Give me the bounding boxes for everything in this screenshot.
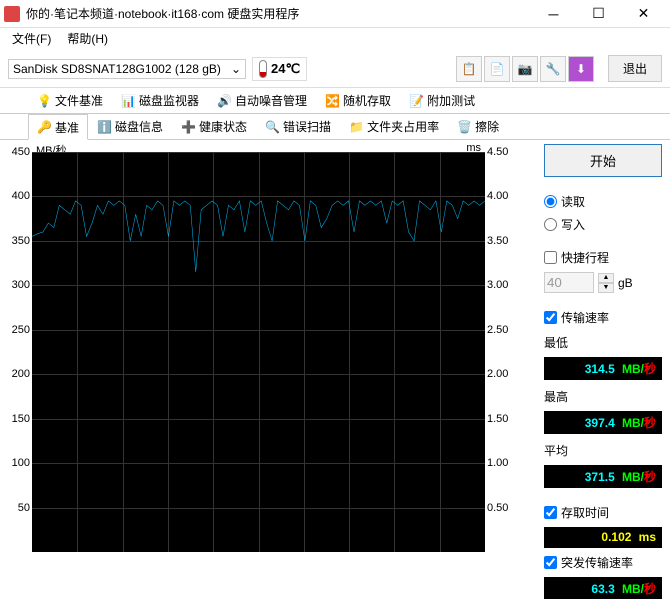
chart-area: MB/秒 ms 45040035030025020015010050 4.504… [0, 140, 540, 584]
radio-read[interactable]: 读取 [544, 193, 662, 210]
check-access-time[interactable]: 存取时间 [544, 504, 662, 521]
min-value-box: 314.5 MB/秒 [544, 357, 662, 380]
info-icon: ℹ️ [97, 120, 111, 134]
temperature-display: 24℃ [252, 57, 307, 81]
copy2-icon[interactable]: 📄 [484, 56, 510, 82]
close-button[interactable]: ✕ [621, 0, 666, 28]
stroke-input[interactable] [544, 272, 594, 293]
tab-random-access[interactable]: 🔀随机存取 [316, 88, 400, 113]
max-value-box: 397.4 MB/秒 [544, 411, 662, 434]
temperature-value: 24℃ [271, 61, 300, 77]
drive-label: SanDisk SD8SNAT128G1002 (128 gB) [13, 62, 231, 76]
sidebar-controls: 开始 读取 写入 快捷行程 ▲▼ gB 传输速率 最低 314.5 MB/秒 最… [540, 140, 670, 584]
check-transfer-rate[interactable]: 传输速率 [544, 309, 662, 326]
monitor-icon: 📊 [121, 94, 135, 108]
extra-icon: 📝 [409, 94, 423, 108]
app-icon [4, 6, 20, 22]
tab-error-scan[interactable]: 🔍错误扫描 [256, 114, 340, 139]
access-value-box: 0.102 ms [544, 527, 662, 548]
benchmark-chart: MB/秒 ms 45040035030025020015010050 4.504… [6, 144, 511, 564]
health-icon: ➕ [181, 120, 195, 134]
min-label: 最低 [544, 334, 662, 351]
menubar: 文件(F) 帮助(H) [0, 28, 670, 50]
exit-button[interactable]: 退出 [608, 55, 662, 82]
tab-file-benchmark[interactable]: 💡文件基准 [28, 88, 112, 113]
tool-icons: 📋 📄 📷 🔧 ⬇ [456, 56, 594, 82]
titlebar: 你的·笔记本频道·notebook·it168·com 硬盘实用程序 ─ ☐ ✕ [0, 0, 670, 28]
save-icon[interactable]: ⬇ [568, 56, 594, 82]
scan-icon: 🔍 [265, 120, 279, 134]
stroke-unit: gB [618, 276, 633, 290]
avg-value-box: 371.5 MB/秒 [544, 465, 662, 488]
tabs-row-1: 💡文件基准 📊磁盘监视器 🔊自动噪音管理 🔀随机存取 📝附加测试 [0, 88, 670, 114]
menu-help[interactable]: 帮助(H) [59, 28, 116, 50]
tab-health[interactable]: ➕健康状态 [172, 114, 256, 139]
menu-file[interactable]: 文件(F) [4, 28, 59, 50]
check-burst-rate[interactable]: 突发传输速率 [544, 554, 662, 571]
burst-value-box: 63.3 MB/秒 [544, 577, 662, 599]
toolbar: SanDisk SD8SNAT128G1002 (128 gB) ⌄ 24℃ 📋… [0, 50, 670, 88]
radio-write[interactable]: 写入 [544, 216, 662, 233]
stroke-down[interactable]: ▼ [598, 283, 614, 293]
tab-extra-tests[interactable]: 📝附加测试 [400, 88, 484, 113]
file-bench-icon: 💡 [37, 94, 51, 108]
minimize-button[interactable]: ─ [531, 0, 576, 28]
chevron-down-icon: ⌄ [231, 62, 241, 76]
copy-icon[interactable]: 📋 [456, 56, 482, 82]
max-label: 最高 [544, 388, 662, 405]
tab-erase[interactable]: 🗑️擦除 [448, 114, 508, 139]
options-icon[interactable]: 🔧 [540, 56, 566, 82]
tab-folder-usage[interactable]: 📁文件夹占用率 [340, 114, 448, 139]
start-button[interactable]: 开始 [544, 144, 662, 177]
stroke-up[interactable]: ▲ [598, 273, 614, 283]
bench-icon: 🔑 [37, 120, 51, 134]
drive-selector[interactable]: SanDisk SD8SNAT128G1002 (128 gB) ⌄ [8, 59, 246, 79]
maximize-button[interactable]: ☐ [576, 0, 621, 28]
tab-disk-info[interactable]: ℹ️磁盘信息 [88, 114, 172, 139]
tab-disk-monitor[interactable]: 📊磁盘监视器 [112, 88, 208, 113]
thermometer-icon [259, 60, 267, 78]
tab-aam[interactable]: 🔊自动噪音管理 [208, 88, 316, 113]
window-title: 你的·笔记本频道·notebook·it168·com 硬盘实用程序 [26, 5, 531, 22]
avg-label: 平均 [544, 442, 662, 459]
random-icon: 🔀 [325, 94, 339, 108]
folder-icon: 📁 [349, 120, 363, 134]
speaker-icon: 🔊 [217, 94, 231, 108]
camera-icon[interactable]: 📷 [512, 56, 538, 82]
check-shortstroke[interactable]: 快捷行程 [544, 249, 662, 266]
tab-benchmark[interactable]: 🔑基准 [28, 114, 88, 140]
tabs-row-2: 🔑基准 ℹ️磁盘信息 ➕健康状态 🔍错误扫描 📁文件夹占用率 🗑️擦除 [0, 114, 670, 140]
erase-icon: 🗑️ [457, 120, 471, 134]
